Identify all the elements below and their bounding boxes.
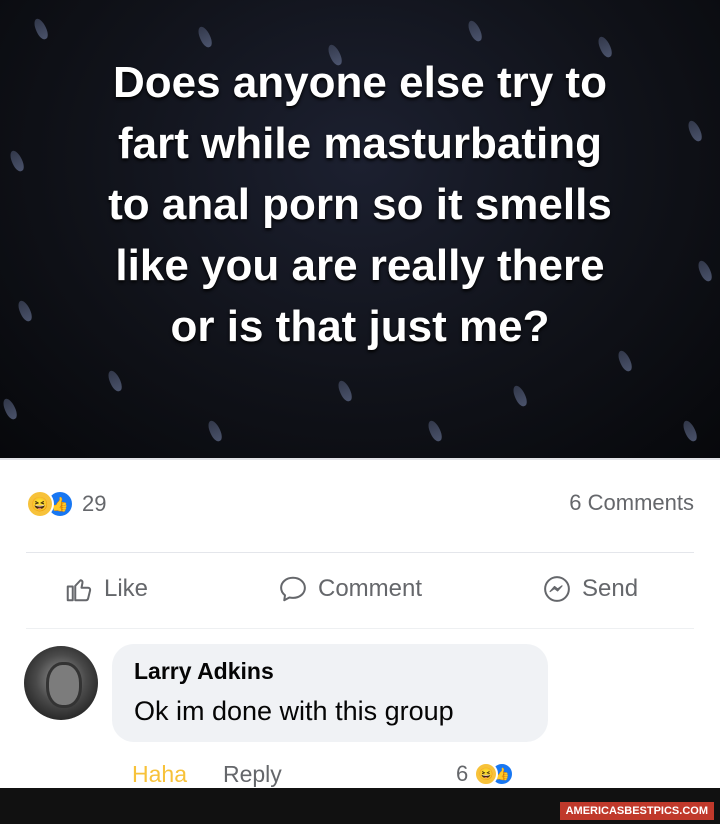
divider — [26, 628, 694, 629]
reaction-count: 29 — [82, 491, 107, 516]
raindrop — [31, 16, 51, 42]
send-button[interactable]: Send — [542, 565, 638, 613]
comments-count-link[interactable]: 6 Comments — [569, 490, 694, 516]
send-label: Send — [582, 575, 639, 602]
raindrop — [0, 396, 20, 422]
speech-bubble-icon — [280, 576, 306, 602]
comment-label: Comment — [318, 575, 423, 602]
avatar-face — [46, 662, 82, 708]
raindrop — [15, 298, 35, 324]
raindrop — [510, 383, 530, 409]
post-actions: Like Comment Send — [0, 565, 720, 613]
watermark: AMERICASBESTPICS.COM — [559, 802, 714, 820]
comment-reaction-summary[interactable]: 6 😆 👍 — [456, 757, 515, 791]
comment-actions: Haha Reply — [132, 756, 282, 792]
like-button[interactable]: Like — [64, 565, 148, 613]
divider — [26, 552, 694, 553]
raindrop — [695, 258, 715, 284]
thumbs-up-icon — [66, 579, 92, 602]
raindrop — [105, 368, 125, 394]
post-card: 😆 👍 29 6 Comments Like Comment Send Larr… — [0, 458, 720, 790]
post-text: Does anyone else try to fart while mastu… — [108, 58, 612, 351]
comment-button[interactable]: Comment — [278, 565, 422, 613]
reply-link[interactable]: Reply — [223, 761, 282, 788]
comment-author[interactable]: Larry Adkins — [134, 658, 274, 685]
raindrop — [425, 418, 445, 444]
raindrop — [465, 18, 485, 44]
haha-icon: 😆 — [26, 490, 54, 518]
raindrop — [7, 148, 27, 174]
bottom-bar: AMERICASBESTPICS.COM — [0, 788, 720, 824]
messenger-icon — [544, 576, 570, 602]
comment-reaction-count: 6 — [456, 761, 469, 786]
comment-bubble: Larry Adkins Ok im done with this group — [112, 644, 548, 742]
raindrop — [685, 118, 705, 144]
avatar[interactable] — [24, 646, 98, 720]
like-label: Like — [104, 575, 149, 602]
raindrop — [335, 378, 355, 404]
reaction-summary[interactable]: 😆 👍 29 — [26, 484, 106, 524]
post-image: Does anyone else try to fart while mastu… — [0, 0, 720, 458]
raindrop — [680, 418, 700, 444]
raindrop — [195, 24, 215, 50]
raindrop — [205, 418, 225, 444]
comment-text: Ok im done with this group — [134, 696, 454, 726]
haha-reaction-link[interactable]: Haha — [132, 761, 187, 788]
